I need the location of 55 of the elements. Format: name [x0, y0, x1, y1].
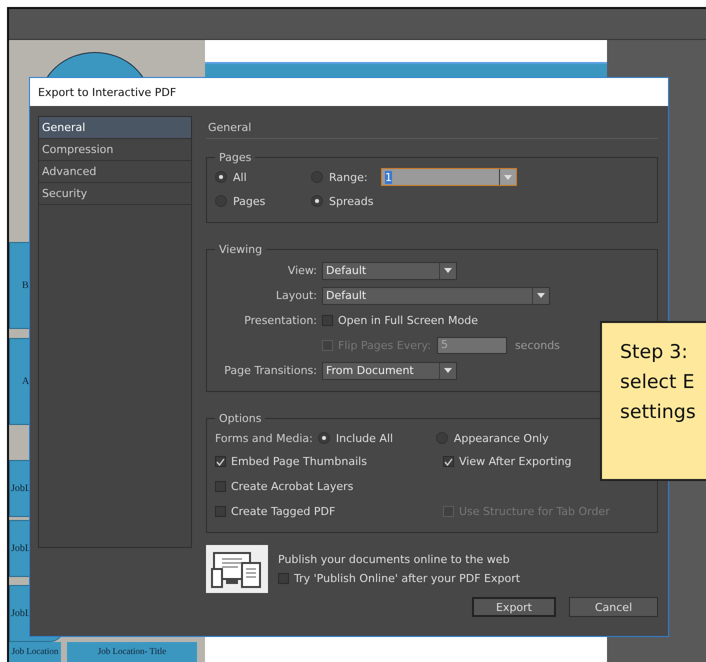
field-label: View: — [286, 264, 318, 277]
checkbox-square[interactable] — [443, 456, 454, 467]
group-title: Pages — [218, 151, 252, 164]
radio-dot-icon[interactable] — [311, 195, 323, 207]
radio-dot-icon[interactable] — [318, 432, 330, 444]
radio-button[interactable]: Spreads — [311, 194, 374, 208]
group-title: Viewing — [218, 243, 264, 256]
dialog-button[interactable]: Cancel — [569, 597, 658, 617]
publish-text: Publish your documents online to the web — [278, 553, 511, 566]
shape-label: Job Location — [9, 642, 61, 662]
radio-button[interactable]: All — [215, 170, 247, 184]
checkbox[interactable]: Try 'Publish Online' after your PDF Export — [278, 572, 520, 585]
checkbox[interactable]: Open in Full Screen Mode — [322, 314, 478, 327]
checkbox-square[interactable] — [215, 456, 226, 467]
radio-button[interactable]: Include All — [318, 432, 394, 444]
radio-button[interactable]: Appearance Only — [436, 432, 549, 444]
section-title: General — [206, 116, 658, 139]
caret-icon — [504, 174, 512, 180]
checkbox[interactable]: Create Acrobat Layers — [215, 480, 354, 493]
checkbox-square[interactable] — [278, 573, 289, 584]
devices-icon — [206, 545, 268, 593]
radio-dot-icon[interactable] — [215, 171, 227, 183]
checkbox-square[interactable] — [215, 506, 226, 517]
dialog-title: Export to Interactive PDF — [30, 78, 668, 106]
category-item[interactable]: Advanced — [39, 161, 191, 183]
callout-text: select E — [620, 370, 696, 395]
unit-label: seconds — [514, 339, 561, 352]
caret-icon — [444, 268, 452, 273]
field-label: Presentation: — [243, 314, 318, 327]
shape-label: Job Location- Title — [67, 642, 197, 662]
check-mark-icon — [216, 458, 225, 466]
category-item[interactable]: Compression — [39, 139, 191, 161]
checkbox[interactable]: View After Exporting — [443, 455, 572, 468]
dialog-button[interactable]: Export — [472, 597, 556, 617]
check-mark-icon — [444, 458, 453, 466]
caret-icon — [537, 293, 545, 298]
checkbox[interactable]: Embed Page Thumbnails — [215, 455, 367, 468]
checkbox[interactable]: Create Tagged PDF — [215, 505, 336, 518]
caret-icon — [444, 368, 452, 373]
range-field[interactable]: 1 — [381, 168, 517, 186]
field-label: Forms and Media: — [215, 432, 314, 444]
category-item[interactable]: Security — [39, 183, 191, 205]
radio-button[interactable]: Pages — [215, 194, 266, 208]
checkbox-square[interactable] — [215, 481, 226, 492]
group-title: Options — [218, 412, 262, 425]
transitions-dropdown[interactable]: From Document — [322, 362, 457, 380]
category-item[interactable]: General — [39, 117, 191, 139]
field-label: Page Transitions: — [223, 364, 318, 377]
checkbox-square[interactable] — [322, 315, 333, 326]
callout-text: Step 3: — [620, 340, 689, 365]
field-label: Layout: — [274, 289, 318, 302]
view-dropdown[interactable]: Default — [322, 262, 457, 280]
callout-text: settings — [620, 400, 697, 425]
layout-dropdown[interactable]: Default — [322, 286, 550, 304]
radio-button[interactable]: Range: — [311, 170, 368, 184]
